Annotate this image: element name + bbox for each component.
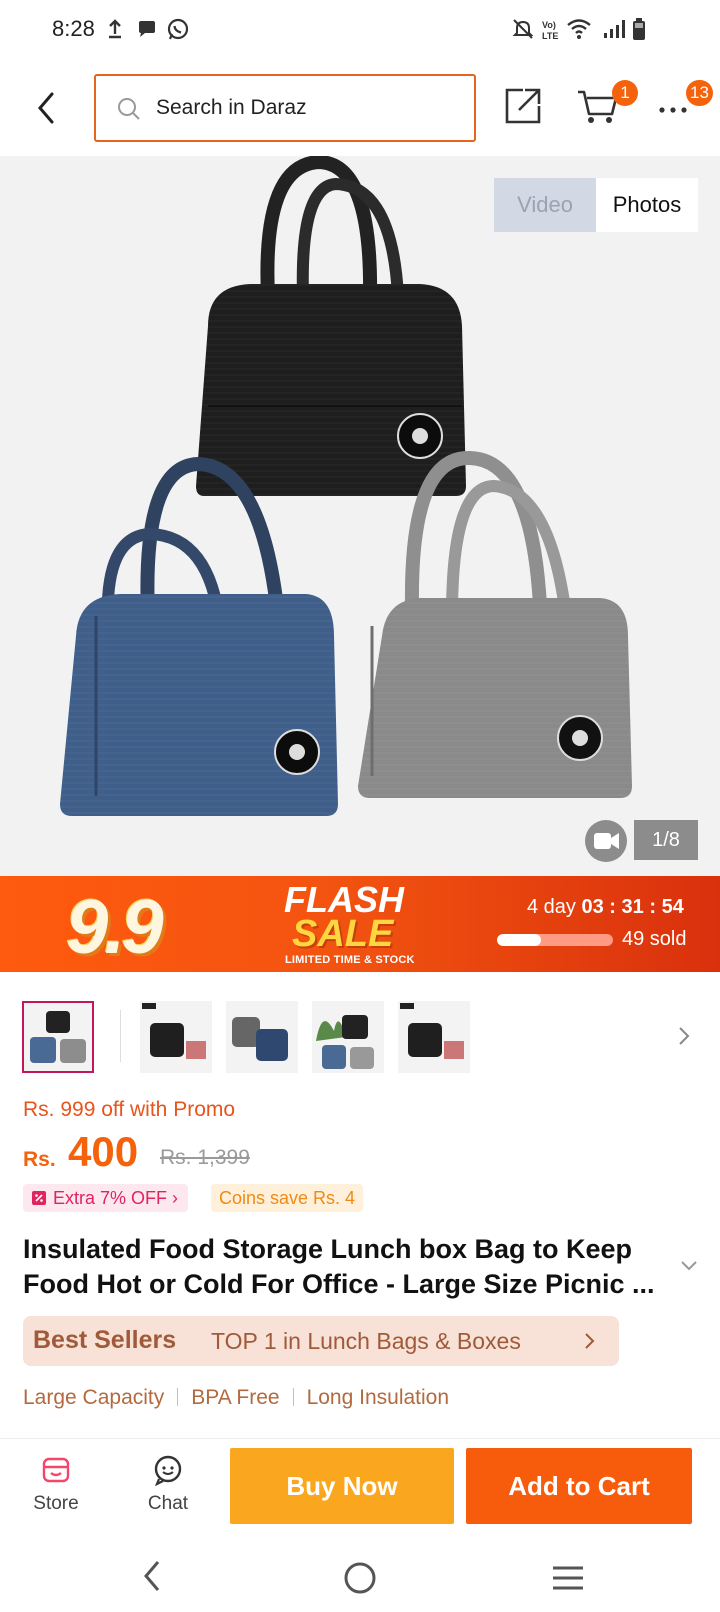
sold-progress-bar: [497, 934, 613, 946]
chevron-right-icon: ›: [172, 1188, 179, 1208]
thumbnail-image: [232, 1017, 288, 1061]
chat-button[interactable]: Chat: [128, 1453, 208, 1515]
sold-progress-fill: [497, 934, 542, 946]
cart-count-badge: 1: [612, 80, 638, 106]
signal-icon: [604, 20, 625, 38]
original-price: Rs. 1,399: [160, 1146, 250, 1169]
top-header: Search in Daraz 1 13: [0, 60, 720, 156]
chat-label: Chat: [147, 1493, 189, 1514]
flash-sale-banner[interactable]: 9.9 FLASH SALE LIMITED TIME & STOCK 4 da…: [0, 876, 720, 972]
countdown-timer: 4 day 03 : 31 : 54: [527, 896, 684, 918]
store-icon: [42, 1457, 70, 1483]
chat-bubble-icon: [139, 21, 155, 37]
status-time: 8:28: [52, 16, 95, 41]
battery-icon: [633, 18, 645, 40]
store-label: Store: [33, 1493, 79, 1514]
buy-now-button[interactable]: Buy Now: [230, 1448, 454, 1524]
store-button[interactable]: Store: [16, 1453, 96, 1515]
feature-tags: Large Capacity BPA Free Long Insulation: [23, 1386, 449, 1410]
thumbnail-strip: [0, 990, 720, 1080]
product-title[interactable]: Insulated Food Storage Lunch box Bag to …: [23, 1232, 673, 1302]
feature-divider: [177, 1388, 179, 1406]
cart-button[interactable]: 1: [576, 80, 638, 132]
chat-icon: [154, 1455, 182, 1487]
bottom-action-bar: Store Chat Buy Now Add to Cart: [0, 1438, 720, 1538]
product-main-image: [60, 156, 632, 816]
thumbnail-item[interactable]: [312, 1001, 384, 1073]
feature-divider: [292, 1388, 294, 1406]
best-sellers-rank: TOP 1 in Lunch Bags & Boxes: [211, 1328, 521, 1354]
more-menu-button[interactable]: 13: [658, 80, 714, 130]
nav-recents-icon[interactable]: [550, 1564, 586, 1592]
notification-count-badge: 13: [686, 80, 713, 106]
video-play-button[interactable]: [585, 820, 627, 862]
price-currency: Rs.: [23, 1148, 56, 1171]
back-icon[interactable]: [34, 88, 58, 128]
product-image-gallery[interactable]: Video Photos 1/8: [0, 156, 720, 876]
flash-sale-tagline: LIMITED TIME & STOCK: [285, 954, 415, 966]
countdown-seconds: 54: [661, 896, 684, 918]
thumbnail-image: [30, 1011, 86, 1063]
whatsapp-icon: [167, 18, 189, 40]
countdown-days: 4 day: [527, 896, 576, 918]
thumbnail-item[interactable]: [22, 1001, 94, 1073]
nav-back-icon[interactable]: [140, 1558, 164, 1594]
thumbnail-item[interactable]: [398, 1001, 470, 1073]
chevron-right-icon: [585, 1333, 595, 1349]
thumbnail-image: [400, 1003, 464, 1059]
extra-off-label: Extra 7% OFF: [53, 1188, 168, 1208]
thumbnail-image: [142, 1003, 206, 1059]
volte-icon: Vo)LTE: [542, 20, 558, 41]
wifi-icon: [567, 19, 591, 39]
flash-label: FLASH: [284, 879, 404, 920]
system-navigation-bar: [0, 1538, 720, 1612]
feature-tag: Long Insulation: [306, 1386, 450, 1409]
svg-text:LTE: LTE: [542, 31, 558, 41]
flash-sale-event: 9.9: [66, 885, 164, 970]
best-sellers-label: Best Sellers: [33, 1326, 177, 1354]
thumbnail-image: [316, 1015, 374, 1069]
status-bar: 8:28 Vo) LTE: [0, 0, 720, 60]
upload-icon: [109, 19, 121, 39]
add-to-cart-button[interactable]: Add to Cart: [466, 1448, 692, 1524]
media-tabs: Video Photos: [494, 178, 698, 232]
thumbnail-item[interactable]: [226, 1001, 298, 1073]
best-sellers-banner[interactable]: Best Sellers TOP 1 in Lunch Bags & Boxes: [23, 1316, 619, 1366]
extra-off-chip[interactable]: Extra 7% OFF ›: [23, 1184, 189, 1212]
search-input[interactable]: Search in Daraz: [94, 74, 476, 142]
image-counter: 1/8: [634, 820, 698, 860]
search-icon: [118, 98, 140, 120]
promo-text[interactable]: Rs. 999 off with Promo: [23, 1098, 235, 1122]
svg-text:Vo): Vo): [542, 20, 556, 30]
share-icon[interactable]: [503, 86, 543, 126]
thumbnail-divider: [120, 1010, 121, 1062]
chevron-right-icon[interactable]: [676, 1024, 692, 1048]
countdown-hours: 03: [581, 896, 604, 918]
thumbnail-item[interactable]: [140, 1001, 212, 1073]
nav-home-icon[interactable]: [342, 1560, 378, 1596]
sold-count: 49 sold: [622, 928, 687, 950]
mute-icon: [512, 19, 534, 39]
sale-label: SALE: [292, 913, 394, 955]
tab-video[interactable]: Video: [494, 178, 596, 232]
current-price: 400: [68, 1128, 139, 1175]
coins-chip[interactable]: Coins save Rs. 4: [211, 1184, 364, 1212]
feature-tag: BPA Free: [191, 1386, 280, 1409]
video-camera-icon: [594, 833, 619, 849]
tab-photos[interactable]: Photos: [596, 178, 698, 232]
coupon-icon: [32, 1191, 46, 1205]
feature-tag: Large Capacity: [23, 1386, 165, 1409]
countdown-minutes: 31: [621, 896, 644, 918]
chevron-down-icon[interactable]: [678, 1258, 700, 1274]
search-placeholder: Search in Daraz: [156, 96, 307, 119]
